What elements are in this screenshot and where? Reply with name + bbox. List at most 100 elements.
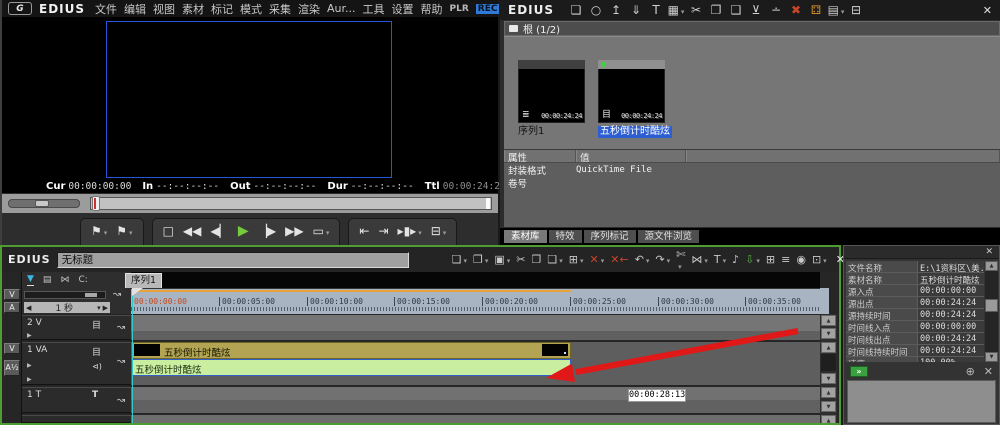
loop-playback-button[interactable]: ▭ xyxy=(313,225,330,237)
add-effect-icon[interactable]: ⊕ xyxy=(966,366,975,377)
goto-in-button[interactable]: ⇤ xyxy=(359,225,369,237)
track-up-button[interactable]: ▲ xyxy=(821,315,836,326)
previous-frame-button[interactable]: ◀▏ xyxy=(210,225,228,237)
speaker-icon[interactable]: ⊲) xyxy=(92,362,102,371)
add-cut-point-icon[interactable]: ✄ xyxy=(673,249,688,271)
save-project-icon[interactable]: ▣ xyxy=(491,254,513,265)
set-in-point-button[interactable]: ⚑ xyxy=(91,225,107,237)
timeline-playhead-marker[interactable] xyxy=(132,288,143,296)
track-header-2v[interactable]: 2 V 目 ▶ ↝ xyxy=(22,315,131,340)
timeline-playhead-line[interactable] xyxy=(132,288,133,423)
track-down-button[interactable]: ▼ xyxy=(821,401,836,412)
menu-settings[interactable]: 设置 xyxy=(392,1,414,17)
patch-cable-icon[interactable]: ↝ xyxy=(110,322,132,333)
export-button[interactable]: ⊟ xyxy=(431,225,447,237)
next-frame-button[interactable]: ▕▶ xyxy=(258,225,276,237)
bin-folder-path[interactable]: 根 (1/2) xyxy=(504,21,1000,36)
search-icon[interactable]: ○ xyxy=(586,4,606,16)
default-transition-icon[interactable]: ⋈ xyxy=(60,276,69,285)
scale-dropdown-icon[interactable]: ▾ xyxy=(97,304,101,312)
tab-sequence-marker[interactable]: 序列标记 xyxy=(584,230,636,243)
patch-cable-icon[interactable]: ↝ xyxy=(106,289,128,300)
sync-mode-icon[interactable]: ▼ xyxy=(27,275,34,286)
track-up-button[interactable]: ▲ xyxy=(821,342,836,353)
scroll-down-button[interactable]: ▼ xyxy=(985,352,998,362)
play-button[interactable]: ▶ xyxy=(238,224,249,238)
track-up-button[interactable]: ▲ xyxy=(821,387,836,398)
menu-clip[interactable]: 素材 xyxy=(182,1,204,17)
paste-icon[interactable]: ❑ xyxy=(544,254,565,265)
cut-icon[interactable]: ✂ xyxy=(686,4,706,16)
tab-bin-library[interactable]: 素材库 xyxy=(504,230,547,243)
seek-bar[interactable] xyxy=(90,197,492,210)
import-icon[interactable]: ⇓ xyxy=(626,4,646,16)
vectorscope-icon[interactable]: ◉ xyxy=(793,254,809,265)
menu-file[interactable]: 文件 xyxy=(95,1,117,17)
timeline-zoom-slider[interactable] xyxy=(24,291,106,299)
track-header-1va[interactable]: 1 VA 目 ▶ ⊲) ▶ ↝ xyxy=(22,342,131,385)
send-to-timeline-icon[interactable]: ⊻ xyxy=(746,4,766,16)
audio-mixer-icon[interactable]: ≡ xyxy=(778,254,793,265)
clip-name-label[interactable]: 序列1 xyxy=(518,126,544,138)
goto-out-button[interactable]: ⇥ xyxy=(378,225,388,237)
value-column-header[interactable]: 值 xyxy=(576,150,686,162)
fast-forward-button[interactable]: ▶▶ xyxy=(285,225,303,237)
info-row-speed[interactable]: 速度 100.00% xyxy=(846,357,984,362)
clear-effect-icon[interactable]: ✕ xyxy=(984,366,993,377)
info-row-source-in[interactable]: 源入点 00:00:00:00 xyxy=(846,285,984,297)
chapter-marker-icon[interactable]: C: xyxy=(78,276,87,285)
sequence-settings-icon[interactable]: ⊞ xyxy=(763,254,778,265)
timeline-ruler[interactable]: 00:00:00:00 00:00:05:00 00:00:10:00 00:0… xyxy=(131,288,820,314)
add-to-bin-icon[interactable]: ⊞ xyxy=(566,254,587,265)
track-down-button[interactable]: ▼ xyxy=(821,328,836,339)
cut-icon[interactable]: ✂ xyxy=(513,254,528,265)
view-mode-icon[interactable]: ▤ xyxy=(826,4,846,16)
rewind-button[interactable]: ◀◀ xyxy=(183,225,201,237)
info-row-source-duration[interactable]: 源持续时间 00:00:24:24 xyxy=(846,309,984,321)
track-down-button[interactable]: ▼ xyxy=(821,373,836,384)
property-row-format[interactable]: 封装格式 QuickTime File xyxy=(504,163,1000,176)
ripple-delete-icon[interactable]: ✕← xyxy=(607,254,631,265)
scale-left-arrow-icon[interactable]: ◀ xyxy=(26,304,31,312)
expander-icon[interactable]: ▶ xyxy=(27,332,32,339)
track-content-1t[interactable] xyxy=(131,387,820,413)
property-row-reel[interactable]: 卷号 xyxy=(504,176,1000,189)
clip-name-label-selected[interactable]: 五秒倒计时酷炫 xyxy=(598,126,672,138)
effect-list-box[interactable] xyxy=(847,380,996,423)
info-row-source-out[interactable]: 源出点 00:00:24:24 xyxy=(846,297,984,309)
va-video-patch-button[interactable]: V xyxy=(4,343,20,354)
track-layout-icon[interactable]: ▤ xyxy=(43,276,52,285)
patch-cable-icon[interactable]: ↝ xyxy=(110,356,132,367)
new-sequence-icon[interactable]: ❏ xyxy=(449,254,470,265)
voiceover-icon[interactable]: ♪ xyxy=(729,254,742,265)
create-title-icon[interactable]: T xyxy=(646,4,666,16)
info-row-timeline-out[interactable]: 时间线出点 00:00:24:24 xyxy=(846,333,984,345)
plr-mode-button[interactable]: PLR xyxy=(450,4,469,14)
expander-icon[interactable]: ▶ xyxy=(27,362,32,369)
track-content-2v[interactable] xyxy=(131,315,820,340)
menu-mode[interactable]: 模式 xyxy=(240,1,262,17)
add-transition-icon[interactable]: ⋈ xyxy=(688,254,711,265)
menu-capture[interactable]: 采集 xyxy=(269,1,291,17)
expand-button[interactable]: » xyxy=(850,366,868,377)
video-mute-button[interactable]: V xyxy=(4,289,20,300)
shuttle-slider[interactable] xyxy=(8,199,80,208)
menu-render[interactable]: 渲染 xyxy=(298,1,320,17)
menu-view[interactable]: 视图 xyxy=(153,1,175,17)
info-row-timeline-duration[interactable]: 时间线持续时间 00:00:24:24 xyxy=(846,345,984,357)
timeline-audio-clip[interactable]: 五秒倒计时酷炫 xyxy=(131,359,571,376)
bin-clip-video[interactable]: 目 00:00:24:24 五秒倒计时酷炫 xyxy=(598,60,665,138)
track-up-button[interactable]: ▲ xyxy=(821,415,836,423)
bin-close-button[interactable]: ✕ xyxy=(983,4,992,17)
info-row-filename[interactable]: 文件名称 E:\1资料区\美... xyxy=(846,261,984,273)
va-audio-patch-button[interactable]: A½ xyxy=(4,360,20,376)
undo-icon[interactable]: ↶ xyxy=(632,254,653,265)
menu-marker[interactable]: 标记 xyxy=(211,1,233,17)
set-out-point-button[interactable]: ⚑ xyxy=(116,225,132,237)
info-close-button[interactable]: ✕ xyxy=(985,247,993,257)
expander-icon[interactable]: ▶ xyxy=(27,376,32,383)
playhead-handle[interactable] xyxy=(92,196,100,211)
menu-tools[interactable]: 工具 xyxy=(363,1,385,17)
create-title-icon[interactable]: T xyxy=(711,254,729,265)
audio-mute-button[interactable]: A xyxy=(4,302,20,313)
